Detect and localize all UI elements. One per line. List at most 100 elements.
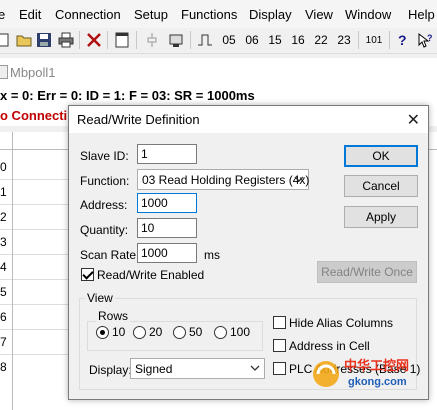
close-icon[interactable]: ✕ <box>407 110 420 130</box>
address-in-cell-checkbox[interactable] <box>273 339 286 352</box>
function-06-button[interactable]: 06 <box>242 30 262 50</box>
chevron-down-icon <box>294 176 304 182</box>
rows-10-radio[interactable] <box>96 326 109 339</box>
grid-row-line <box>0 254 68 255</box>
function-22-button[interactable]: 22 <box>311 30 331 50</box>
toolbar-separator <box>107 31 108 49</box>
address-label: Address: <box>80 198 128 212</box>
address-in-cell-label: Address in Cell <box>289 339 370 353</box>
display-select-value: Signed <box>135 362 173 376</box>
menu-window[interactable]: Window <box>345 7 391 22</box>
rows-20-radio[interactable] <box>133 326 146 339</box>
mdi-window-titlebar: Mbpoll1 <box>0 58 437 86</box>
save-icon[interactable] <box>35 30 53 50</box>
print-icon[interactable] <box>57 30 75 50</box>
status-text: x = 0: Err = 0: ID = 1: F = 03: SR = 100… <box>0 88 255 103</box>
chevron-down-icon <box>250 365 260 371</box>
grid-row-line <box>0 304 68 305</box>
row-number: 6 <box>0 310 7 324</box>
disconnect-icon[interactable] <box>85 30 103 50</box>
svg-text:?: ? <box>398 32 407 48</box>
ok-button[interactable]: OK <box>344 145 418 167</box>
row-number: 4 <box>0 260 7 274</box>
rows-10-label: 10 <box>112 325 126 339</box>
quantity-label: Quantity: <box>80 223 129 237</box>
menu-help[interactable]: Help <box>408 7 435 22</box>
address-input[interactable]: 1000 <box>137 193 197 213</box>
row-number: 2 <box>0 210 7 224</box>
svg-text:?: ? <box>427 33 433 43</box>
function-16-button[interactable]: 16 <box>288 30 308 50</box>
function-101-button[interactable]: 101 <box>362 30 386 50</box>
menu-connection[interactable]: Connection <box>55 7 121 22</box>
gkong-watermark: 中华工控网 gkong.com <box>308 352 433 392</box>
grid-row-line <box>0 279 68 280</box>
grid-row-line <box>0 354 68 355</box>
scan-rate-unit: ms <box>204 248 220 262</box>
slave-id-label: Slave ID: <box>80 149 129 163</box>
row-number: 0 <box>0 160 7 174</box>
display-select[interactable]: Signed <box>130 358 265 379</box>
row-number: 3 <box>0 235 7 249</box>
new-icon[interactable] <box>0 30 10 50</box>
apply-button[interactable]: Apply <box>344 206 418 228</box>
function-label: Function: <box>80 174 130 188</box>
slave-id-input[interactable]: 1 <box>137 144 197 164</box>
window-icon[interactable] <box>113 30 131 50</box>
toolbar: 05 06 15 16 22 23 101 ? ? <box>0 28 437 54</box>
dialog-title: Read/Write Definition <box>77 112 200 127</box>
display-label: Display: <box>89 363 132 377</box>
row-number: 8 <box>0 360 7 374</box>
menu-edit[interactable]: Edit <box>19 7 41 22</box>
read-write-enabled-checkbox[interactable] <box>81 268 94 281</box>
menu-view[interactable]: View <box>305 7 333 22</box>
function-05-button[interactable]: 05 <box>219 30 239 50</box>
menu-functions[interactable]: Functions <box>181 7 237 22</box>
rows-100-radio[interactable] <box>214 326 227 339</box>
open-icon[interactable] <box>14 30 34 50</box>
grid-row-line <box>0 229 68 230</box>
function-select-value: 03 Read Holding Registers (4x) <box>142 173 310 187</box>
watermark-line1: 中华工控网 <box>344 358 409 374</box>
hide-alias-columns-label: Hide Alias Columns <box>289 316 394 330</box>
cancel-button[interactable]: Cancel <box>344 175 418 197</box>
connect-icon[interactable] <box>143 30 161 50</box>
toolbar-separator <box>136 31 137 49</box>
menu-display[interactable]: Display <box>249 7 292 22</box>
grid-row-line <box>0 179 68 180</box>
menu-setup[interactable]: Setup <box>134 7 168 22</box>
pulse-icon[interactable] <box>196 30 214 50</box>
function-select[interactable]: 03 Read Holding Registers (4x) <box>137 169 309 190</box>
quantity-input[interactable]: 10 <box>137 218 197 238</box>
row-number: 5 <box>0 285 7 299</box>
toolbar-separator <box>79 31 80 49</box>
toolbar-separator <box>190 31 191 49</box>
grid-row-line <box>0 329 68 330</box>
rows-50-radio[interactable] <box>173 326 186 339</box>
function-15-button[interactable]: 15 <box>265 30 285 50</box>
menu-bar: e Edit Connection Setup Functions Displa… <box>0 0 437 28</box>
toolbar-separator <box>358 31 359 49</box>
watermark-line2: gkong.com <box>348 376 407 388</box>
rows-50-label: 50 <box>189 325 203 339</box>
function-23-button[interactable]: 23 <box>334 30 354 50</box>
dialog-titlebar: Read/Write Definition ✕ <box>69 106 428 133</box>
help-icon[interactable]: ? <box>393 30 411 50</box>
rows-100-label: 100 <box>230 325 251 339</box>
scan-rate-label: Scan Rate: <box>80 248 140 262</box>
hide-alias-columns-checkbox[interactable] <box>273 316 286 329</box>
menu-file[interactable]: e <box>0 7 5 22</box>
toolbar-separator <box>389 31 390 49</box>
status-line: x = 0: Err = 0: ID = 1: F = 03: SR = 100… <box>0 86 437 106</box>
scan-rate-input[interactable]: 1000 <box>137 243 197 263</box>
grid-column-divider <box>12 132 13 410</box>
gkong-logo-icon: 中华工控网 gkong.com <box>313 358 409 388</box>
context-help-icon[interactable]: ? <box>416 30 434 50</box>
read-write-once-button[interactable]: Read/Write Once <box>317 261 417 283</box>
connection-status-text: o Connecti <box>0 108 68 123</box>
mdi-window-title: Mbpoll1 <box>10 65 56 80</box>
monitor-icon[interactable] <box>167 30 185 50</box>
view-group-label: View <box>85 291 115 305</box>
plc-addresses-checkbox[interactable] <box>273 362 286 375</box>
row-number: 1 <box>0 185 7 199</box>
